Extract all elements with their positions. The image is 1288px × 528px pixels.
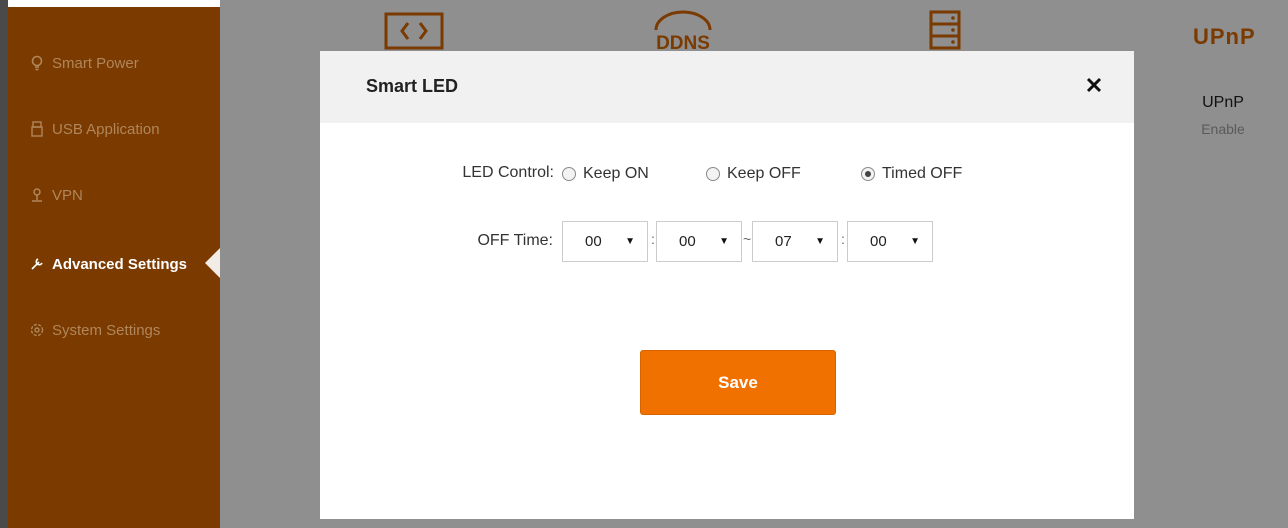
time-separator: : (651, 231, 655, 247)
dropdown-arrow-icon: ▼ (910, 236, 920, 247)
select-value: 00 (679, 233, 696, 250)
smart-led-dialog: Smart LED LED Control: Keep ON Keep OFF … (320, 51, 1134, 519)
active-item-pointer (205, 248, 220, 278)
code-icon (384, 10, 444, 50)
save-button[interactable]: Save (640, 350, 836, 415)
sidebar-item-label: VPN (52, 186, 83, 204)
dialog-header: Smart LED (320, 51, 1134, 123)
server-icon (925, 10, 965, 50)
select-value: 07 (775, 233, 792, 250)
close-button[interactable] (1080, 73, 1108, 101)
upnp-logo-icon: UPnP (1193, 24, 1256, 49)
radio-label: Keep OFF (727, 165, 801, 182)
window-left-edge (0, 0, 8, 528)
upnp-status: Enable (1201, 121, 1245, 137)
led-control-label: LED Control: (462, 164, 554, 181)
upnp-title[interactable]: UPnP (1193, 94, 1253, 112)
radio-button[interactable] (562, 167, 576, 181)
end-minute-select[interactable]: 00 ▼ (847, 221, 933, 262)
sidebar-item-vpn[interactable]: VPN (28, 183, 83, 207)
radio-button[interactable] (706, 167, 720, 181)
sidebar-item-smart-power[interactable]: Smart Power (28, 51, 139, 75)
dropdown-arrow-icon: ▼ (625, 236, 635, 247)
radio-timed-off[interactable]: Timed OFF (861, 164, 962, 184)
lightbulb-icon (28, 54, 46, 72)
sidebar: Smart Power USB Application VPN Advanced… (8, 7, 220, 528)
radio-button-selected[interactable] (861, 167, 875, 181)
vpn-icon (28, 186, 46, 204)
start-hour-select[interactable]: 00 ▼ (562, 221, 648, 262)
close-icon (1086, 77, 1102, 98)
wrench-icon (28, 255, 46, 273)
radio-selected-dot (865, 171, 871, 177)
ddns-icon: DDNS (650, 8, 716, 50)
range-separator: ~ (743, 231, 752, 247)
dialog-title: Smart LED (366, 76, 459, 96)
sidebar-item-label: Advanced Settings (52, 255, 188, 273)
select-value: 00 (585, 233, 602, 250)
start-minute-select[interactable]: 00 ▼ (656, 221, 742, 262)
gear-icon (28, 321, 46, 339)
radio-keep-off[interactable]: Keep OFF (706, 164, 801, 184)
sidebar-item-usb-application[interactable]: USB Application (28, 117, 160, 141)
radio-keep-on[interactable]: Keep ON (562, 164, 649, 184)
usb-icon (28, 120, 46, 138)
dropdown-arrow-icon: ▼ (815, 236, 825, 247)
sidebar-item-advanced-settings[interactable]: Advanced Settings (28, 252, 187, 276)
sidebar-item-label: Smart Power (52, 54, 139, 72)
dropdown-arrow-icon: ▼ (719, 236, 729, 247)
sidebar-item-label: USB Application (52, 120, 160, 138)
radio-label: Keep ON (583, 165, 649, 182)
sidebar-item-system-settings[interactable]: System Settings (28, 318, 160, 342)
time-separator: : (841, 231, 845, 247)
ddns-label: DDNS (656, 33, 710, 50)
select-value: 00 (870, 233, 887, 250)
off-time-label: OFF Time: (477, 232, 553, 249)
end-hour-select[interactable]: 07 ▼ (752, 221, 838, 262)
sidebar-item-label: System Settings (52, 321, 161, 339)
radio-label: Timed OFF (882, 165, 963, 182)
